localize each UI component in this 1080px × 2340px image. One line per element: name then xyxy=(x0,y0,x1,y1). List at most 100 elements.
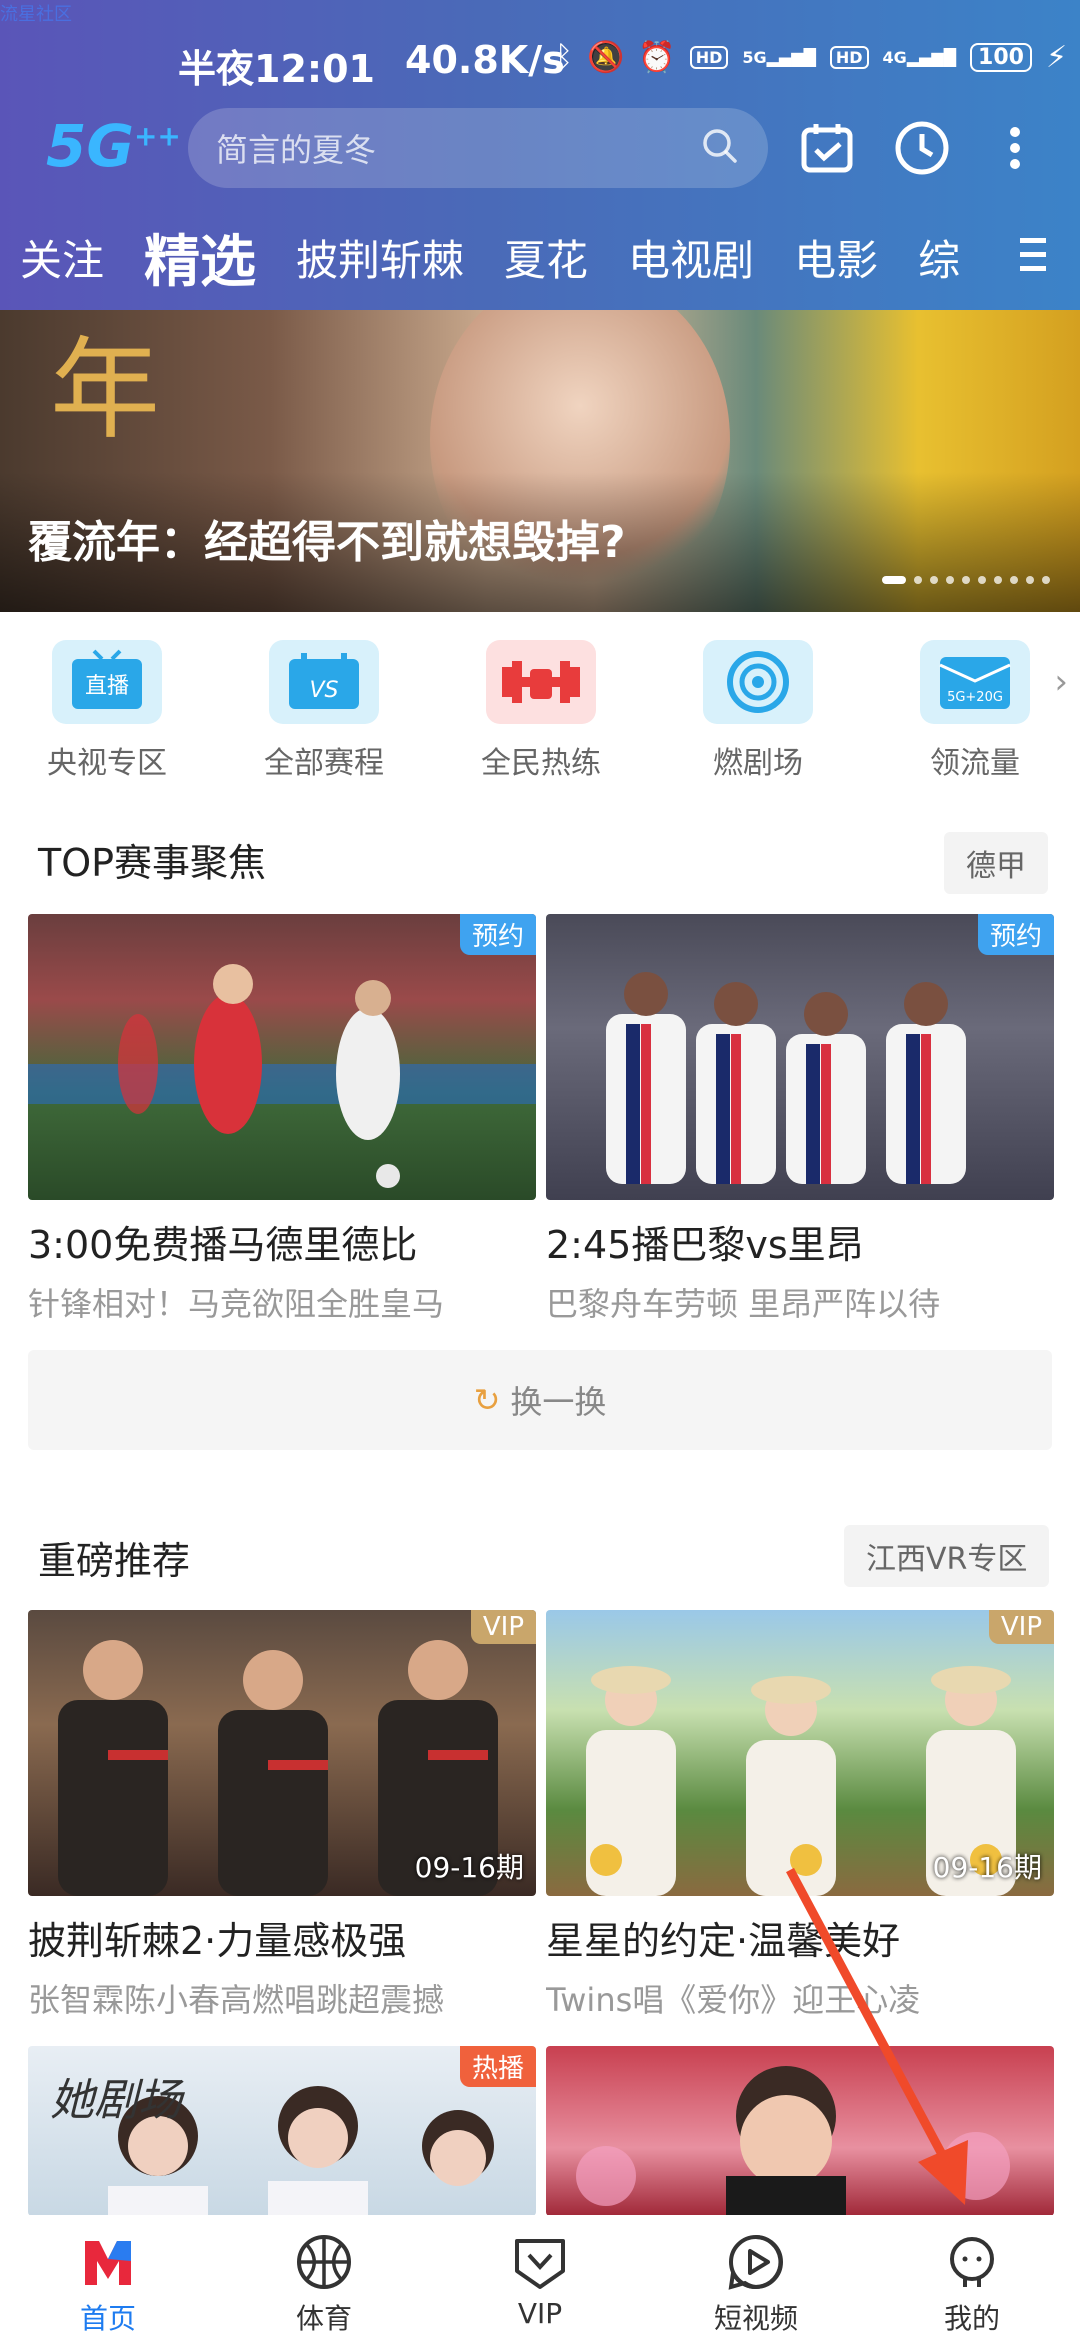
banner-caption: 覆流年：经超得不到就想毁掉? xyxy=(28,517,626,568)
refresh-icon: ↻ xyxy=(473,1381,501,1419)
event-card[interactable]: 预约 3:00免费播马德里德比 针锋相对！马竞欲阻全胜皇马 xyxy=(28,914,536,1325)
vip-icon xyxy=(515,2239,565,2289)
refresh-button[interactable]: ↻ 换一换 xyxy=(28,1350,1052,1450)
category-tabs: 关注 精选 披荆斩棘 夏花 电视剧 电影 综 xyxy=(0,222,1080,295)
quick-link-label: 燃剧场 xyxy=(713,746,803,781)
search-input[interactable]: 简言的夏冬 xyxy=(188,108,768,188)
recommend-card[interactable]: 她剧场 热播 xyxy=(28,2046,536,2216)
pagination-dot xyxy=(962,576,970,584)
tab-menu-icon[interactable] xyxy=(1014,230,1050,280)
app-logo[interactable]: 5G++ xyxy=(46,112,181,180)
recommend-card[interactable]: VIP 09-16期 星星的约定·温馨美好 Twins唱《爱你》迎王心凌 xyxy=(546,1610,1054,2021)
signal-5g-icon: 5G▂▄▆█ xyxy=(742,47,816,67)
basketball-icon xyxy=(297,2235,351,2289)
signal-4g-icon: 4G▂▄▆█ xyxy=(882,47,957,67)
history-icon[interactable] xyxy=(892,118,952,178)
pagination-dot xyxy=(978,576,986,584)
tab-xiahua[interactable]: 夏花 xyxy=(504,227,588,288)
watermark: 流星社区 xyxy=(0,4,72,25)
card-title: 3:00免费播马德里德比 xyxy=(28,1223,418,1267)
svg-text:直播: 直播 xyxy=(85,674,129,699)
nav-short-video[interactable]: 短视频 xyxy=(648,2215,864,2340)
pagination-dot-active xyxy=(882,576,906,584)
episode-label: 09-16期 xyxy=(932,1851,1042,1884)
hd-icon-2: HD xyxy=(829,46,869,69)
recommend-thumbnail xyxy=(546,2046,1054,2216)
card-title: 披荆斩棘2·力量感极强 xyxy=(28,1919,407,1963)
dumbbell-icon xyxy=(502,661,580,703)
search-icon[interactable] xyxy=(700,126,740,166)
section-tag[interactable]: 江西VR专区 xyxy=(844,1525,1050,1587)
section-title: TOP赛事聚焦 xyxy=(38,841,267,885)
bottom-navigation: 首页 体育 VIP 短视频 我的 xyxy=(0,2215,1080,2340)
theater-overlay-text: 她剧场 xyxy=(50,2075,182,2126)
quick-link-label: 央视专区 xyxy=(47,746,167,781)
search-placeholder: 简言的夏冬 xyxy=(216,131,377,169)
profile-icon xyxy=(950,2237,994,2287)
pagination-dot xyxy=(914,576,922,584)
recommend-thumbnail: VIP 09-16期 xyxy=(546,1610,1054,1896)
hot-badge: 热播 xyxy=(459,2046,536,2087)
pagination-dot xyxy=(994,576,1002,584)
alarm-icon: ⏰ xyxy=(638,40,676,75)
nav-label: 短视频 xyxy=(713,2302,798,2335)
live-tv-icon: 直播 xyxy=(72,649,142,709)
quick-links: 直播 央视专区 VS 全部赛程 全民热练 燃剧场 5G+20G 领流量 › xyxy=(0,640,1080,782)
quick-link-data[interactable]: 5G+20G 领流量 xyxy=(900,640,1050,782)
quick-link-fitness[interactable]: 全民热练 xyxy=(466,640,616,782)
reserve-badge: 预约 xyxy=(459,914,536,955)
tab-featured[interactable]: 精选 xyxy=(144,217,256,298)
event-thumbnail: 预约 xyxy=(546,914,1054,1200)
more-icon[interactable] xyxy=(990,118,1040,178)
schedule-icon[interactable] xyxy=(798,118,858,178)
calendar-vs-icon: VS xyxy=(289,653,359,709)
quick-link-cctv[interactable]: 直播 央视专区 xyxy=(32,640,182,782)
tab-tv-series[interactable]: 电视剧 xyxy=(628,227,754,288)
tab-variety[interactable]: 综 xyxy=(918,227,960,288)
recommend-card[interactable] xyxy=(546,2046,1054,2216)
refresh-label: 换一换 xyxy=(510,1383,607,1421)
recommend-card[interactable]: VIP 09-16期 披荆斩棘2·力量感极强 张智霖陈小春高燃唱跳超震撼 xyxy=(28,1610,536,2021)
tab-follow[interactable]: 关注 xyxy=(20,227,104,288)
quick-link-label: 全民热练 xyxy=(481,746,601,781)
quick-link-schedule[interactable]: VS 全部赛程 xyxy=(249,640,399,782)
charging-icon: ⚡ xyxy=(1045,40,1068,75)
nav-label: VIP xyxy=(517,2297,563,2330)
banner-art-text: 年 xyxy=(50,326,160,454)
data-card-icon: 5G+20G xyxy=(939,657,1011,709)
status-icons: ᛒ 🔕 ⏰ HD 5G▂▄▆█ HD 4G▂▄▆█ 100 ⚡ xyxy=(555,40,1067,75)
pagination-dot xyxy=(946,576,954,584)
tab-movies[interactable]: 电影 xyxy=(794,227,878,288)
nav-profile[interactable]: 我的 xyxy=(864,2215,1080,2340)
nav-home[interactable]: 首页 xyxy=(0,2215,216,2340)
pagination-dot xyxy=(1042,576,1050,584)
section-tag[interactable]: 德甲 xyxy=(944,832,1048,894)
hero-banner[interactable]: 年 覆流年：经超得不到就想毁掉? xyxy=(0,310,1080,612)
card-subtitle: 巴黎舟车劳顿 里昂严阵以待 xyxy=(546,1285,941,1323)
recommend-thumbnail: VIP 09-16期 xyxy=(28,1610,536,1896)
chevron-right-icon[interactable]: › xyxy=(1054,662,1068,702)
play-icon xyxy=(728,2235,783,2290)
bluetooth-icon: ᛒ xyxy=(555,40,573,75)
nav-vip[interactable]: VIP xyxy=(432,2215,648,2340)
event-card[interactable]: 预约 2:45播巴黎vs里昂 巴黎舟车劳顿 里昂严阵以待 xyxy=(546,914,1054,1325)
header: 半夜12:01 40.8K/s ᛒ 🔕 ⏰ HD 5G▂▄▆█ HD 4G▂▄▆… xyxy=(0,0,1080,310)
target-icon xyxy=(727,651,789,713)
status-time: 半夜12:01 xyxy=(178,47,375,91)
battery-icon: 100 xyxy=(970,43,1032,72)
recommend-thumbnail: 她剧场 热播 xyxy=(28,2046,536,2216)
hd-icon: HD xyxy=(689,46,729,69)
card-title: 星星的约定·温馨美好 xyxy=(546,1919,901,1963)
event-thumbnail: 预约 xyxy=(28,914,536,1200)
card-subtitle: 张智霖陈小春高燃唱跳超震撼 xyxy=(28,1981,445,2019)
svg-text:5G+20G: 5G+20G xyxy=(947,690,1003,705)
quick-link-theater[interactable]: 燃剧场 xyxy=(683,640,833,782)
vip-badge: VIP xyxy=(988,1610,1054,1644)
quick-link-label: 全部赛程 xyxy=(264,746,384,781)
banner-pagination xyxy=(882,576,1050,584)
episode-label: 09-16期 xyxy=(414,1851,524,1884)
tab-pijingzhanji[interactable]: 披荆斩棘 xyxy=(296,227,464,288)
pagination-dot xyxy=(1010,576,1018,584)
card-subtitle: 针锋相对！马竞欲阻全胜皇马 xyxy=(28,1285,445,1323)
nav-sports[interactable]: 体育 xyxy=(216,2215,432,2340)
